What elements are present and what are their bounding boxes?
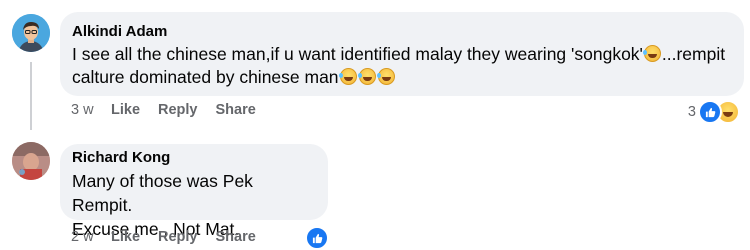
comment-actions: 2 w Like Reply Share	[71, 229, 274, 245]
thread-connector-line	[30, 62, 32, 130]
comment-text: I see all the chinese man,if u want iden…	[72, 44, 726, 87]
reaction-count: 3	[687, 104, 696, 120]
like-reaction-icon	[305, 226, 329, 250]
comment-bubble: Richard Kong Many of those was Pek Rempi…	[60, 144, 328, 239]
comment-author[interactable]: Alkindi Adam	[72, 22, 732, 42]
rolling-laughing-emoji-icon	[357, 68, 376, 85]
rolling-laughing-emoji-icon	[338, 68, 357, 85]
share-button[interactable]: Share	[216, 102, 256, 118]
comment-bubble: Alkindi Adam I see all the chinese man,i…	[60, 12, 744, 96]
reaction-summary[interactable]: 3	[688, 100, 740, 124]
rolling-laughing-emoji-icon	[376, 68, 395, 85]
like-button[interactable]: Like	[111, 102, 140, 118]
like-button[interactable]: Like	[111, 229, 140, 245]
avatar-illustration-icon	[12, 14, 50, 52]
reaction-summary[interactable]	[305, 226, 329, 250]
rolling-laughing-emoji-icon	[642, 45, 661, 62]
comment-author[interactable]: Richard Kong	[72, 148, 316, 168]
comment-timestamp[interactable]: 2 w	[71, 229, 111, 245]
like-reaction-icon	[698, 100, 722, 124]
comment-actions: 3 w Like Reply Share	[71, 102, 274, 118]
avatar-photo-icon	[12, 142, 50, 180]
reply-button[interactable]: Reply	[158, 229, 198, 245]
avatar[interactable]	[12, 142, 50, 180]
share-button[interactable]: Share	[216, 229, 256, 245]
comment-timestamp[interactable]: 3 w	[71, 102, 111, 118]
reply-button[interactable]: Reply	[158, 102, 198, 118]
avatar[interactable]	[12, 14, 50, 52]
